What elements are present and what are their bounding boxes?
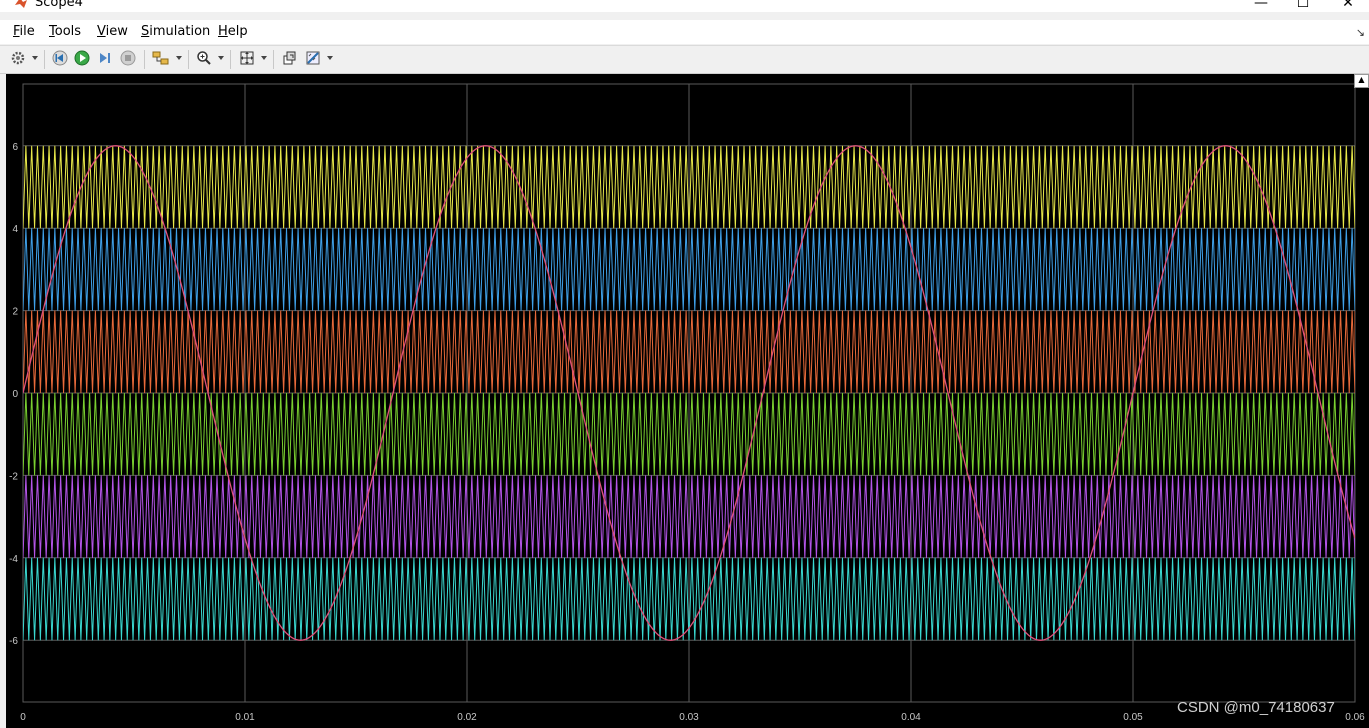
toolbar-separator	[44, 50, 45, 69]
y-tick-label: -6	[9, 636, 18, 647]
toolbar	[0, 45, 1369, 74]
menu-file[interactable]: File	[13, 24, 35, 39]
x-tick-label: 0	[20, 712, 26, 723]
menu-view-accel: V	[97, 24, 106, 39]
toolbar-separator	[273, 50, 274, 69]
y-tick-label: -2	[9, 471, 18, 482]
matlab-icon	[15, 0, 27, 8]
settings-icon[interactable]	[10, 50, 26, 68]
menu-help-label: elp	[227, 24, 248, 39]
toolbar-separator	[188, 50, 189, 69]
x-tick-label: 0.01	[235, 712, 255, 723]
zoom-dropdown-icon[interactable]	[218, 56, 224, 60]
x-tick-label: 0.04	[901, 712, 921, 723]
zoom-icon[interactable]	[196, 50, 212, 68]
restore-icon[interactable]	[281, 50, 297, 68]
title-bar: Scope4 — ☐ ✕	[0, 0, 1369, 12]
x-tick-label: 0.02	[457, 712, 477, 723]
toolbar-separator	[144, 50, 145, 69]
highlight-dropdown-icon[interactable]	[176, 56, 182, 60]
minimize-button[interactable]: —	[1238, 0, 1284, 12]
step-back-icon[interactable]	[52, 50, 68, 68]
measurement-icon[interactable]	[305, 50, 321, 68]
menu-view-label: iew	[105, 24, 128, 39]
close-button[interactable]: ✕	[1325, 0, 1369, 12]
x-tick-label: 0.03	[679, 712, 699, 723]
menu-simulation-label: imulation	[149, 24, 211, 39]
menu-help[interactable]: Help	[218, 24, 248, 39]
menu-view[interactable]: View	[97, 24, 128, 39]
step-forward-icon[interactable]	[97, 50, 113, 68]
y-tick-label: 2	[12, 307, 18, 318]
scope-plot-area[interactable]: 0 0.01 0.02 0.03 0.04 0.05 0.06 6 4 2 0 -2 -4 -6	[6, 74, 1369, 728]
menu-simulation[interactable]: Simulation	[141, 24, 210, 39]
y-tick-label: -4	[9, 554, 18, 565]
menu-tools-label: ools	[54, 24, 82, 39]
menu-file-label: ile	[19, 24, 35, 39]
y-tick-label: 4	[12, 224, 18, 235]
toolbar-separator	[230, 50, 231, 69]
menu-bar: File Tools View Simulation Help ↘	[0, 20, 1369, 44]
autoscale-dropdown-icon[interactable]	[261, 56, 267, 60]
x-tick-label: 0.06	[1345, 712, 1365, 723]
x-tick-label: 0.05	[1123, 712, 1143, 723]
expand-icon[interactable]: ▲	[1354, 74, 1369, 88]
maximize-button[interactable]: ☐	[1280, 0, 1326, 12]
menu-expand-icon[interactable]: ↘	[1356, 26, 1365, 39]
stop-icon[interactable]	[120, 50, 136, 68]
watermark: CSDN @m0_74180637	[1177, 699, 1335, 716]
measurement-dropdown-icon[interactable]	[327, 56, 333, 60]
autoscale-icon[interactable]	[239, 50, 255, 68]
settings-dropdown-icon[interactable]	[32, 56, 38, 60]
y-tick-label: 0	[12, 389, 18, 400]
menu-help-accel: H	[218, 24, 228, 39]
run-icon[interactable]	[74, 50, 90, 68]
scope-plot: 0 0.01 0.02 0.03 0.04 0.05 0.06 6 4 2 0 -2 -4 -6	[9, 83, 1365, 723]
y-tick-label: 6	[12, 142, 18, 153]
window-title: Scope4	[35, 0, 83, 10]
menu-tools[interactable]: Tools	[49, 24, 81, 39]
highlight-icon[interactable]	[152, 50, 170, 68]
